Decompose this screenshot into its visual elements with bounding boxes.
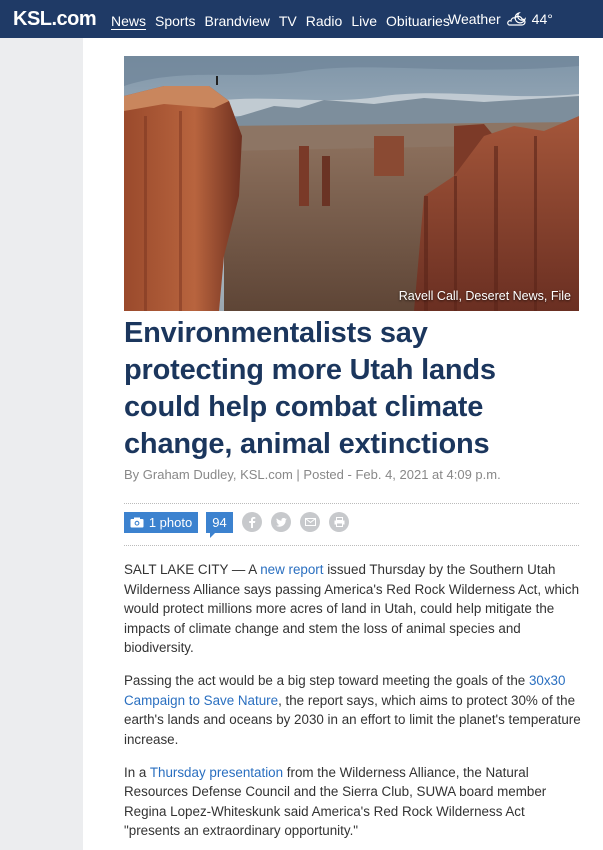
nav-live[interactable]: Live bbox=[351, 10, 377, 28]
print-icon[interactable] bbox=[329, 512, 349, 532]
email-icon[interactable] bbox=[300, 512, 320, 532]
photo-gallery-button[interactable]: 1 photo bbox=[124, 511, 198, 533]
hero-image[interactable]: Ravell Call, Deseret News, File bbox=[124, 56, 579, 311]
paragraph-3: In a Thursday presentation from the Wild… bbox=[124, 764, 547, 839]
canyon-photo bbox=[124, 56, 579, 311]
photo-count: 1 photo bbox=[148, 514, 193, 530]
top-navigation-bar: KSL.com News Sports Brandview TV Radio L… bbox=[0, 0, 603, 38]
new-report-link[interactable]: new report bbox=[260, 562, 323, 577]
article-body: SALT LAKE CITY — A new report issued Thu… bbox=[124, 560, 584, 850]
cloud-moon-icon bbox=[506, 11, 526, 26]
article-toolbar: 1 photo 94 bbox=[124, 511, 349, 538]
weather-widget[interactable]: Weather 44° bbox=[448, 11, 553, 27]
weather-label: Weather bbox=[448, 11, 501, 27]
paragraph-1: SALT LAKE CITY — A new report issued Thu… bbox=[124, 562, 580, 655]
article-byline: By Graham Dudley, KSL.com | Posted - Feb… bbox=[124, 467, 501, 482]
nav-news[interactable]: News bbox=[111, 10, 146, 28]
divider bbox=[124, 503, 579, 504]
nav-tv[interactable]: TV bbox=[279, 10, 297, 28]
nav-radio[interactable]: Radio bbox=[306, 10, 343, 28]
temperature: 44° bbox=[531, 11, 553, 27]
nav-obituaries[interactable]: Obituaries bbox=[386, 10, 450, 28]
article-headline: Environmentalists say protecting more Ut… bbox=[124, 317, 496, 460]
thursday-presentation-link[interactable]: Thursday presentation bbox=[150, 765, 283, 780]
twitter-icon[interactable] bbox=[271, 512, 291, 532]
nav-brandview[interactable]: Brandview bbox=[204, 10, 269, 28]
facebook-icon[interactable] bbox=[242, 512, 262, 532]
photo-credit: Ravell Call, Deseret News, File bbox=[398, 289, 571, 303]
ksl-logo[interactable]: KSL.com bbox=[13, 8, 97, 31]
comment-count-button[interactable]: 94 bbox=[206, 511, 233, 538]
camera-icon bbox=[130, 517, 144, 527]
main-nav: News Sports Brandview TV Radio Live Obit… bbox=[111, 0, 459, 38]
divider bbox=[124, 545, 579, 546]
article-page: Ravell Call, Deseret News, File Environm… bbox=[83, 38, 603, 850]
paragraph-2: Passing the act would be a big step towa… bbox=[124, 673, 581, 747]
nav-sports[interactable]: Sports bbox=[155, 10, 195, 28]
